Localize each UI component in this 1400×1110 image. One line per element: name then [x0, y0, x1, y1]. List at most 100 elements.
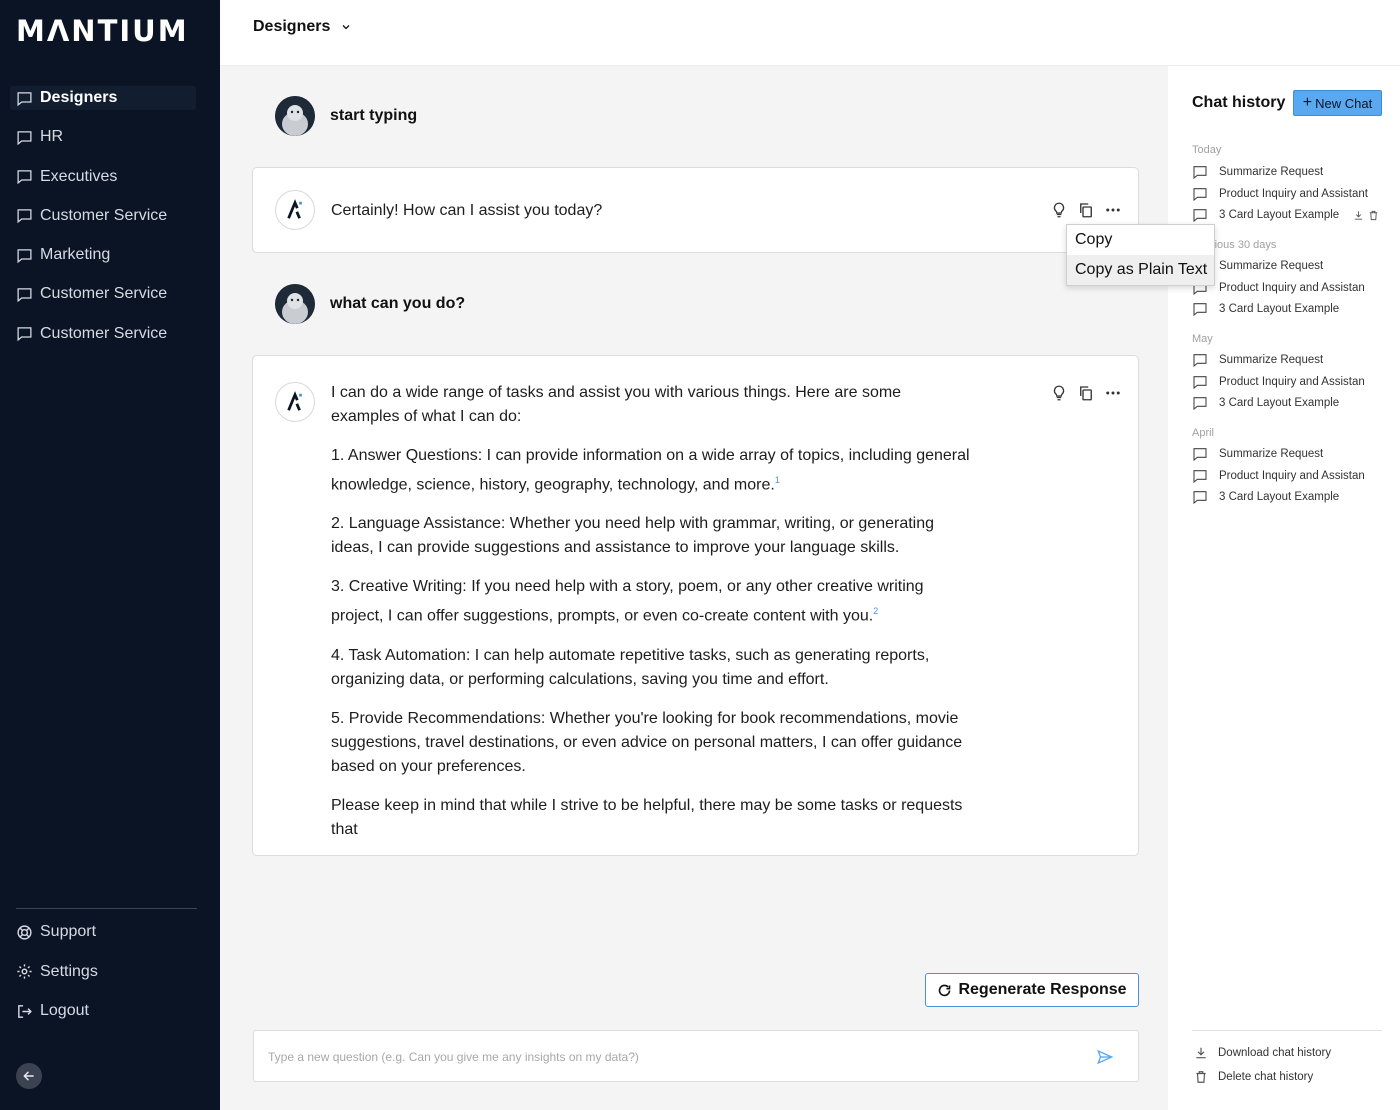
history-item[interactable]: 3 Card Layout Example	[1192, 393, 1387, 413]
message-paragraph: 2. Language Assistance: Whether you need…	[331, 515, 935, 557]
sidebar-divider	[16, 908, 197, 909]
history-item[interactable]: 3 Card Layout Example	[1192, 487, 1387, 507]
history-item-tools	[1349, 210, 1379, 221]
history-item-label: 3 Card Layout Example	[1219, 397, 1340, 409]
delete-chat-history-link[interactable]: Delete chat history	[1194, 1070, 1313, 1084]
sidebar-item-customer-service[interactable]: Customer Service	[10, 204, 196, 228]
collapse-sidebar-button[interactable]	[16, 1063, 42, 1089]
sidebar-item-hr[interactable]: HR	[10, 125, 196, 149]
assistant-avatar	[275, 382, 315, 422]
lifebuoy-icon	[17, 924, 32, 940]
seal-avatar-icon	[275, 284, 315, 324]
chat-bubble-icon	[17, 170, 32, 185]
mantium-logo-icon	[287, 199, 302, 219]
message-actions	[1041, 384, 1122, 402]
history-item[interactable]: Summarize Request	[1192, 256, 1387, 276]
workspace-dropdown[interactable]: Designers	[253, 18, 352, 36]
history-item[interactable]: 3 Card Layout Example	[1192, 205, 1387, 225]
menu-item-copy[interactable]: Copy	[1067, 225, 1214, 255]
logout-link[interactable]: Logout	[16, 999, 98, 1023]
history-item[interactable]: Product Inquiry and Assistant	[1192, 184, 1387, 204]
sidebar-item-customer-service-3[interactable]: Customer Service	[10, 322, 196, 346]
chat-bubble-icon	[17, 288, 32, 303]
chat-bubble-icon	[1193, 303, 1207, 317]
brand-logo[interactable]: MΛNTIUM	[16, 14, 189, 48]
chat-bubble-icon	[17, 130, 32, 145]
sidebar-item-executives[interactable]: Executives	[10, 165, 196, 189]
chat-bubble-icon	[17, 327, 32, 342]
support-link[interactable]: Support	[16, 920, 98, 944]
sidebar-item-label: Executives	[40, 167, 118, 185]
user-avatar	[275, 284, 315, 324]
history-item-label: Product Inquiry and Assistan	[1219, 282, 1365, 294]
citation-link[interactable]: 1	[775, 475, 780, 485]
history-item-label: 3 Card Layout Example	[1219, 491, 1340, 503]
arrow-left-icon	[23, 1071, 34, 1081]
chat-bubble-icon	[1193, 209, 1207, 223]
history-divider	[1192, 1030, 1382, 1031]
menu-item-copy-plain-text[interactable]: Copy as Plain Text	[1067, 255, 1214, 285]
support-label: Support	[40, 923, 97, 940]
history-item-label: Product Inquiry and Assistant	[1219, 188, 1368, 200]
trash-icon[interactable]	[1368, 210, 1379, 221]
paragraph-text: 1. Answer Questions: I can provide infor…	[331, 447, 970, 494]
sidebar-item-label: Designers	[40, 89, 118, 106]
lightbulb-icon[interactable]	[1050, 201, 1068, 219]
history-item[interactable]: Product Inquiry and Assistan	[1192, 466, 1387, 486]
user-message-text: start typing	[330, 107, 418, 124]
more-icon[interactable]	[1104, 384, 1122, 402]
delete-label: Delete chat history	[1218, 1071, 1314, 1083]
top-bar: Designers	[220, 0, 1400, 66]
chat-history-panel: Chat history + New Chat Today Summarize …	[1168, 66, 1400, 1110]
download-icon	[1196, 1047, 1206, 1059]
history-group-label: April	[1192, 427, 1215, 439]
chat-bubble-icon	[17, 248, 32, 263]
message-paragraph: 4. Task Automation: I can help automate …	[331, 646, 930, 688]
workspace-label: Designers	[253, 18, 331, 35]
copy-icon[interactable]	[1077, 384, 1095, 402]
chevron-down-icon	[342, 25, 350, 30]
sidebar-item-label: HR	[40, 128, 64, 146]
history-item[interactable]: Product Inquiry and Assistan	[1192, 372, 1387, 392]
download-chat-history-link[interactable]: Download chat history	[1194, 1046, 1331, 1060]
chat-bubble-icon	[1193, 354, 1207, 368]
history-item[interactable]: Product Inquiry and Assistan	[1192, 278, 1387, 298]
citation-link[interactable]: 2	[873, 606, 878, 616]
copy-context-menu: Copy Copy as Plain Text	[1066, 224, 1215, 286]
more-icon[interactable]	[1104, 201, 1122, 219]
history-item-label: Summarize Request	[1219, 448, 1324, 460]
user-avatar	[275, 96, 315, 136]
history-item[interactable]: 3 Card Layout Example	[1192, 299, 1387, 319]
question-input-box	[253, 1030, 1139, 1082]
download-icon[interactable]	[1353, 210, 1364, 221]
send-icon[interactable]	[1096, 1048, 1114, 1066]
new-chat-button[interactable]: + New Chat	[1293, 90, 1382, 116]
message-paragraph: 5. Provide Recommendations: Whether you'…	[331, 709, 963, 775]
trash-icon	[1196, 1071, 1206, 1083]
history-item[interactable]: Summarize Request	[1192, 350, 1387, 370]
history-item[interactable]: Summarize Request	[1192, 162, 1387, 182]
settings-label: Settings	[40, 962, 98, 980]
copy-icon[interactable]	[1077, 201, 1095, 219]
message-paragraph: Please keep in mind that while I strive …	[331, 796, 963, 838]
chat-bubble-icon	[1193, 491, 1207, 505]
regenerate-response-button[interactable]: Regenerate Response	[925, 973, 1139, 1007]
history-item-label: 3 Card Layout Example	[1219, 209, 1340, 221]
sidebar-item-designers[interactable]: Designers	[10, 86, 196, 110]
history-item-label: Summarize Request	[1219, 260, 1324, 272]
sidebar-nav: Designers HR Executives Customer Service…	[10, 86, 196, 361]
settings-link[interactable]: Settings	[16, 960, 98, 984]
sidebar-item-label: Customer Service	[40, 285, 168, 303]
history-item-label: 3 Card Layout Example	[1219, 303, 1340, 315]
sidebar-item-marketing[interactable]: Marketing	[10, 243, 196, 267]
history-group-label: May	[1192, 333, 1213, 345]
chat-history-title: Chat history	[1192, 94, 1286, 111]
chat-bubble-icon	[1193, 376, 1207, 390]
lightbulb-icon[interactable]	[1050, 384, 1068, 402]
message-paragraph: I can do a wide range of tasks and assis…	[331, 384, 902, 425]
history-item[interactable]: Summarize Request	[1192, 444, 1387, 464]
history-item-label: Product Inquiry and Assistan	[1219, 470, 1365, 482]
chat-bubble-icon	[1193, 166, 1207, 180]
sidebar-item-customer-service-2[interactable]: Customer Service	[10, 282, 196, 306]
question-input[interactable]	[268, 1045, 1068, 1069]
